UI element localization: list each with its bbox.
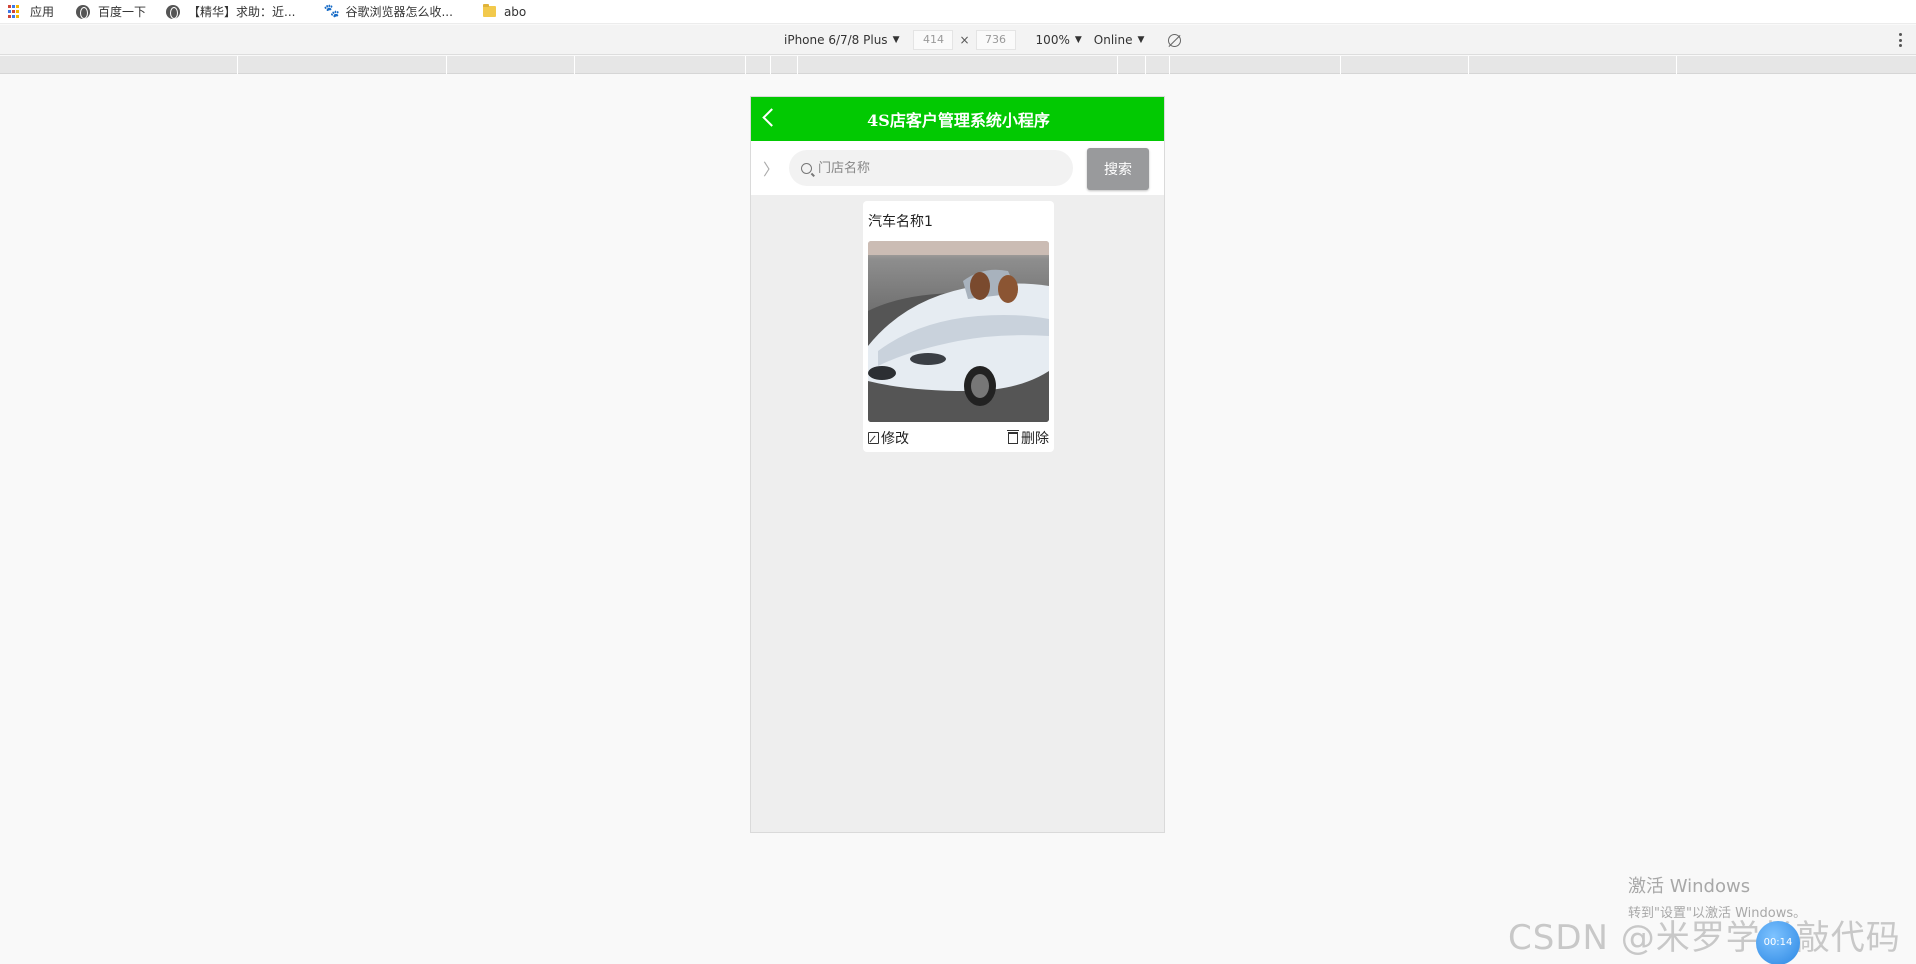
bookmark-label: 百度一下	[98, 5, 147, 19]
trash-icon	[1007, 430, 1019, 444]
chevron-right-icon[interactable]: 〉	[763, 156, 779, 180]
csdn-watermark: CSDN @米罗学长敲代码	[1508, 918, 1901, 958]
recording-timer-bubble[interactable]: 00:14	[1756, 921, 1800, 964]
dimension-separator: ×	[959, 33, 970, 47]
bookmark-label: 应用	[30, 5, 55, 19]
car-card[interactable]: 汽车名称1 修改 删除	[863, 201, 1054, 452]
folder-icon	[482, 4, 496, 17]
delete-button[interactable]: 删除	[1007, 428, 1049, 448]
width-input[interactable]: 414	[913, 30, 954, 50]
device-toolbar: iPhone 6/7/8 Plus ▼ 414 × 736 100% ▼ Onl…	[0, 25, 1916, 55]
bookmarks-bar: 应用 百度一下 【精华】求助：近... 🐾 谷歌浏览器怎么收... abo	[0, 0, 1916, 24]
globe-icon	[76, 4, 91, 19]
page-title: 4S店客户管理系统小程序	[867, 111, 1050, 130]
edit-icon	[868, 432, 879, 444]
media-query-ruler[interactable]	[0, 56, 1916, 74]
search-bar: 〉 搜索	[751, 141, 1164, 195]
height-input[interactable]: 736	[975, 30, 1016, 50]
edit-button[interactable]: 修改	[868, 428, 909, 448]
bookmark-help-post[interactable]: 【精华】求助：近...	[158, 0, 303, 24]
search-field[interactable]	[789, 150, 1073, 186]
network-value: Online	[1093, 33, 1133, 47]
device-select[interactable]: iPhone 6/7/8 Plus ▼	[784, 33, 899, 47]
device-name: iPhone 6/7/8 Plus	[784, 33, 888, 47]
search-input[interactable]	[818, 160, 1048, 176]
bookmark-label: 【精华】求助：近...	[188, 5, 296, 19]
app-navbar: 4S店客户管理系统小程序	[751, 97, 1164, 141]
phone-viewport: 4S店客户管理系统小程序 〉 搜索 汽车名称1	[750, 96, 1165, 833]
paw-icon: 🐾	[323, 4, 340, 19]
zoom-select[interactable]: 100% ▼	[1036, 33, 1082, 47]
more-options-icon[interactable]	[1899, 33, 1902, 47]
bookmark-baidu[interactable]: 百度一下	[68, 0, 154, 24]
bookmark-folder-abo[interactable]: abo	[475, 0, 534, 24]
bookmark-label: 谷歌浏览器怎么收...	[345, 5, 453, 19]
bookmark-chrome-howto[interactable]: 🐾 谷歌浏览器怎么收...	[315, 0, 460, 24]
rotate-icon[interactable]	[1168, 33, 1182, 47]
back-arrow-icon[interactable]	[762, 108, 781, 127]
globe-icon	[166, 4, 181, 19]
car-name: 汽车名称1	[868, 214, 933, 230]
apps-grid-icon	[8, 4, 22, 19]
caret-down-icon: ▼	[1074, 35, 1082, 45]
card-actions: 修改 删除	[868, 428, 1049, 448]
delete-label: 删除	[1021, 431, 1049, 447]
network-select[interactable]: Online ▼	[1094, 33, 1145, 47]
car-image[interactable]	[868, 241, 1049, 422]
edit-label: 修改	[881, 431, 909, 447]
zoom-value: 100%	[1035, 33, 1070, 47]
bookmark-apps[interactable]: 应用	[0, 0, 62, 24]
bookmark-label: abo	[503, 4, 527, 19]
caret-down-icon: ▼	[892, 35, 900, 45]
search-button[interactable]: 搜索	[1087, 148, 1149, 190]
caret-down-icon: ▼	[1137, 35, 1145, 45]
activate-title: 激活 Windows	[1628, 876, 1751, 897]
search-icon	[801, 162, 812, 174]
